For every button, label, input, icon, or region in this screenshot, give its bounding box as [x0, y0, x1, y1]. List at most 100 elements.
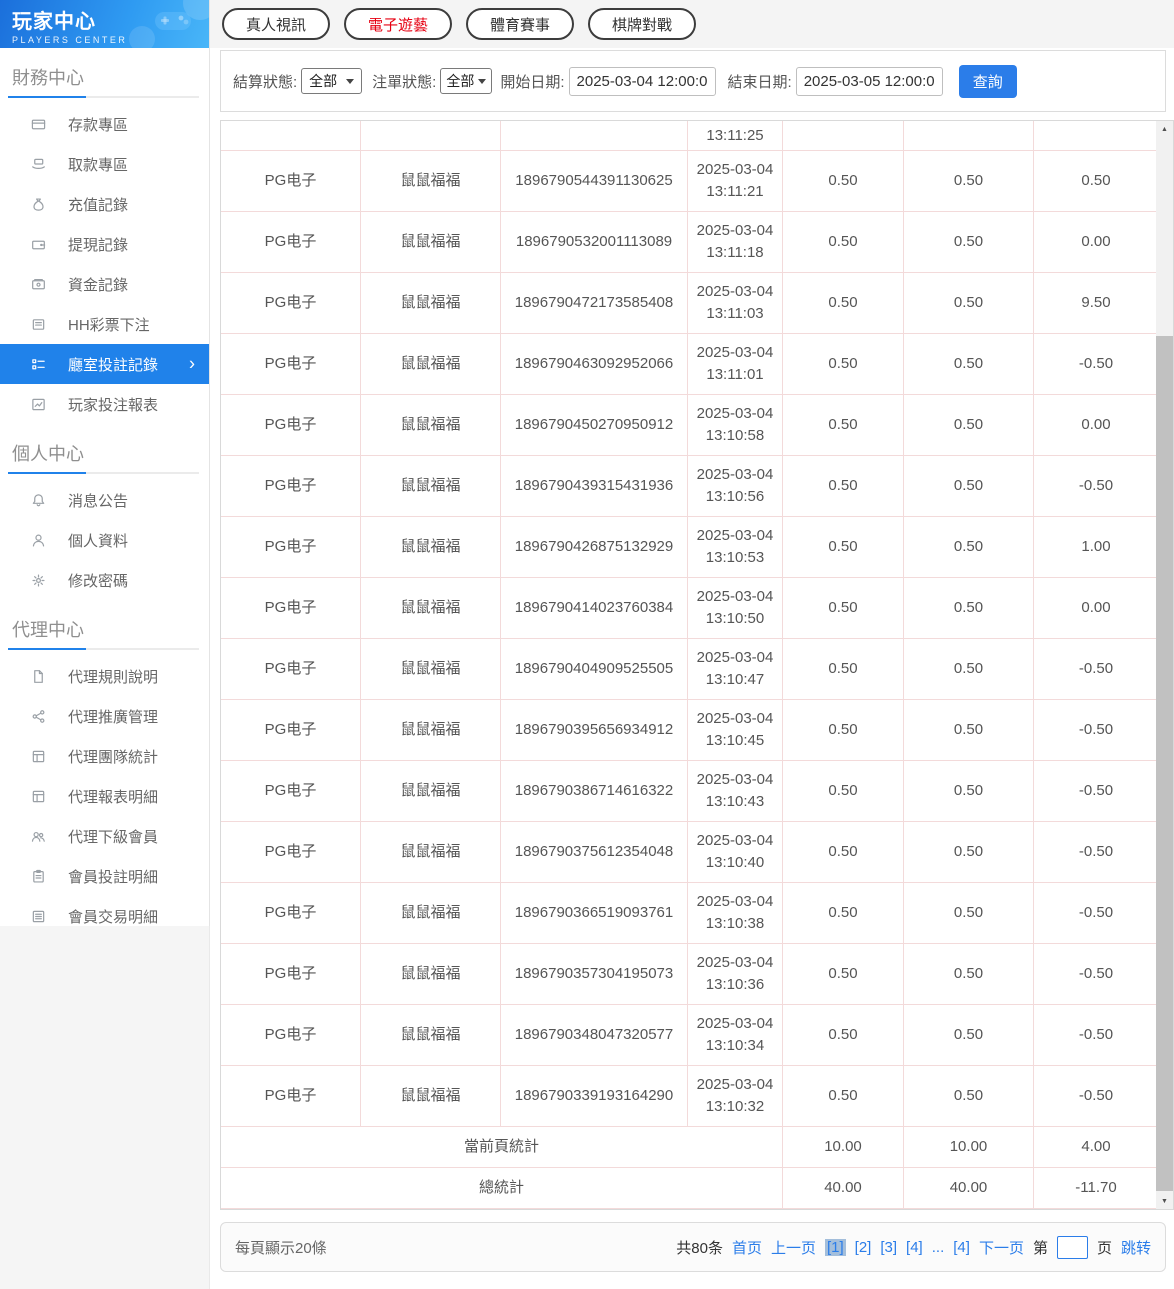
sidebar-footer: [0, 926, 210, 1289]
table-row: PG电子 鼠鼠福福 1896790463092952066 2025-03-04 13:…: [221, 334, 1158, 395]
password-icon: [30, 572, 46, 588]
cell-time: 2025-03-04 13:11:01: [688, 334, 783, 394]
tab-3[interactable]: 體育賽事: [466, 8, 575, 40]
settle-status-select[interactable]: 全部: [301, 68, 363, 94]
cell-date: 2025-03-04: [696, 893, 774, 911]
page-link[interactable]: [4]: [906, 1239, 923, 1256]
search-button[interactable]: 查詢: [958, 64, 1017, 98]
table-row: PG电子 鼠鼠福福 1896790366519093761 2025-03-04 13:…: [221, 883, 1158, 944]
cell-bet: 0.50: [783, 700, 904, 760]
cell-profit: 0.00: [1081, 416, 1111, 434]
tab-4[interactable]: 棋牌對戰: [588, 8, 697, 40]
cell-game: 鼠鼠福福: [361, 517, 501, 577]
end-date-input[interactable]: [795, 66, 943, 96]
sidebar-item[interactable]: 代理下級會員: [0, 816, 209, 856]
prev-page-link[interactable]: 上一页: [771, 1237, 816, 1258]
notice-icon: [30, 492, 46, 508]
cell-time: 2025-03-04 13:11:21: [688, 151, 783, 211]
sidebar-item[interactable]: 代理報表明細: [0, 776, 209, 816]
sidebar-item[interactable]: 個人資料: [0, 520, 209, 560]
cell-game: 鼠鼠福福: [361, 395, 501, 455]
summary-row-total: 總統計 40.00 40.00 -11.70: [221, 1168, 1158, 1209]
section-title: 代理中心: [12, 620, 84, 640]
sidebar-item[interactable]: 代理團隊統計: [0, 736, 209, 776]
table-body: 13:11:25 PG电子 鼠鼠福福 1896790544391130625 2025-…: [221, 121, 1158, 1209]
cell-time: 2025-03-04 13:10:38: [688, 883, 783, 943]
jump-button[interactable]: 跳转: [1121, 1237, 1151, 1258]
first-page-link[interactable]: 首页: [732, 1237, 762, 1258]
jump-page-input[interactable]: [1056, 1235, 1088, 1259]
section-title: 財務中心: [12, 68, 84, 88]
cell-provider: PG电子: [221, 578, 361, 638]
sidebar-item[interactable]: 提現記錄: [0, 224, 209, 264]
cell-provider: PG电子: [221, 1066, 361, 1126]
cell-valid-bet: 0.50: [904, 700, 1034, 760]
cell-bet: 0.50: [783, 517, 904, 577]
table-row: PG电子 鼠鼠福福 1896790532001113089 2025-03-04 13:…: [221, 212, 1158, 273]
cell-provider: PG电子: [221, 761, 361, 821]
table-row: PG电子 鼠鼠福福 1896790404909525505 2025-03-04 13:…: [221, 639, 1158, 700]
order-status-select[interactable]: 全部: [440, 68, 493, 94]
cell-provider: PG电子: [221, 822, 361, 882]
table-row: PG电子 鼠鼠福福 1896790386714616322 2025-03-04 13:…: [221, 761, 1158, 822]
cell-date: 2025-03-04: [696, 527, 774, 545]
sidebar-item-label: 提現記錄: [68, 236, 129, 254]
tab-1[interactable]: 真人視訊: [222, 8, 331, 40]
cell-provider: PG电子: [221, 883, 361, 943]
cell-date: 2025-03-04: [696, 832, 774, 850]
sidebar-item[interactable]: 廳室投註記錄 ›: [0, 344, 209, 384]
sidebar-item[interactable]: 代理規則說明: [0, 656, 209, 696]
cell-valid-bet: 0.50: [904, 212, 1034, 272]
cell-clock: 13:10:50: [705, 610, 765, 627]
cell-provider: PG电子: [221, 700, 361, 760]
cell-clock: 13:10:36: [705, 976, 765, 993]
jump-suffix-label: 页: [1096, 1239, 1112, 1257]
cell-game: 鼠鼠福福: [361, 639, 501, 699]
room-bet-icon: [30, 356, 46, 372]
sidebar-item-label: 代理規則說明: [68, 668, 159, 686]
cell-game: 鼠鼠福福: [361, 1066, 501, 1126]
cell: [1034, 121, 1158, 150]
table-scrollbar[interactable]: ▲ ▼: [1156, 121, 1173, 1209]
cell-valid-bet: 0.50: [904, 883, 1034, 943]
tab-2[interactable]: 電子遊藝: [344, 8, 453, 40]
table-row: PG电子 鼠鼠福福 1896790395656934912 2025-03-04 13:…: [221, 700, 1158, 761]
sidebar-item[interactable]: 資金記錄: [0, 264, 209, 304]
page-link[interactable]: [3]: [880, 1239, 897, 1256]
sidebar-item[interactable]: 玩家投注報表: [0, 384, 209, 424]
scrollbar-up-icon[interactable]: ▲: [1156, 121, 1173, 137]
cell-bet: 0.50: [783, 1066, 904, 1126]
cell-time: 2025-03-04 13:10:34: [688, 1005, 783, 1065]
page-link[interactable]: [4]: [953, 1239, 970, 1256]
cell-profit: -0.50: [1078, 904, 1114, 922]
cell-date: 2025-03-04: [696, 954, 774, 972]
cell-order-no: 1896790450270950912: [501, 395, 688, 455]
sidebar-item[interactable]: 充值記錄: [0, 184, 209, 224]
cell-profit: -0.50: [1078, 660, 1114, 678]
page-link[interactable]: [2]: [855, 1239, 872, 1256]
cell: [501, 121, 688, 150]
next-page-link[interactable]: 下一页: [979, 1237, 1024, 1258]
sidebar-item[interactable]: 會員投註明細: [0, 856, 209, 896]
cell-bet: 0.50: [783, 1005, 904, 1065]
sidebar-item-label: 會員投註明細: [68, 868, 159, 886]
scrollbar-thumb[interactable]: [1156, 336, 1173, 1191]
scrollbar-down-icon[interactable]: ▼: [1156, 1193, 1173, 1209]
chevron-down-icon: [478, 78, 487, 84]
cell-bet: 0.50: [783, 761, 904, 821]
sidebar-item[interactable]: 修改密碼: [0, 560, 209, 600]
start-date-input[interactable]: [568, 66, 716, 96]
sidebar-item[interactable]: 取款專區: [0, 144, 209, 184]
cell-profit: 0.00: [1081, 599, 1111, 617]
sidebar-item[interactable]: 消息公告: [0, 480, 209, 520]
sidebar-item[interactable]: 代理推廣管理: [0, 696, 209, 736]
sidebar-header: 玩家中心 PLAYERS CENTER: [0, 0, 209, 48]
sidebar-item[interactable]: 存款專區: [0, 104, 209, 144]
summary-row-page: 當前頁統計 10.00 10.00 4.00: [221, 1127, 1158, 1168]
end-date-label: 結束日期:: [727, 73, 792, 91]
sidebar: 玩家中心 PLAYERS CENTER 財務中心存款專區 取款專區 充值記錄提現記錄…: [0, 0, 210, 926]
sidebar-item[interactable]: HH彩票下注: [0, 304, 209, 344]
cell-bet: 0.50: [783, 944, 904, 1004]
cell-clock: 13:10:45: [705, 732, 765, 749]
order-status-value: 全部: [446, 73, 475, 89]
